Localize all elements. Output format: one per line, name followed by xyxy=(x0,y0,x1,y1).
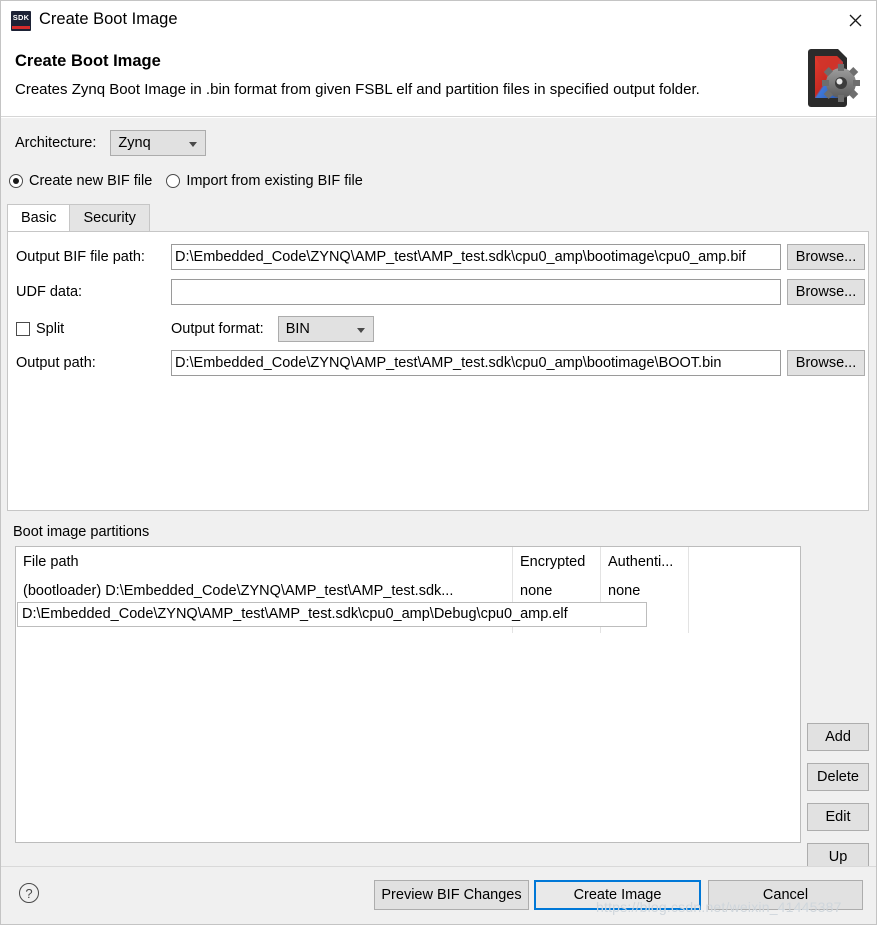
output-format-select[interactable]: BIN xyxy=(277,316,374,342)
tab-security[interactable]: Security xyxy=(69,204,150,231)
output-path-label: Output path: xyxy=(16,355,96,371)
create-boot-image-dialog: SDK Create Boot Image Create Boot Image … xyxy=(0,0,877,925)
radio-import-existing-bif-label: Import from existing BIF file xyxy=(186,173,363,189)
basic-tab-panel: Output BIF file path: D:\Embedded_Code\Z… xyxy=(7,231,869,511)
bif-mode-radio-group: Create new BIF file Import from existing… xyxy=(9,173,377,189)
partition-row-edit-input[interactable]: D:\Embedded_Code\ZYNQ\AMP_test\AMP_test.… xyxy=(17,602,647,627)
architecture-label: Architecture: xyxy=(15,135,97,151)
udf-data-browse-button[interactable]: Browse... xyxy=(787,279,865,305)
output-format-value: BIN xyxy=(285,321,310,337)
partitions-table: File path Encrypted Authenti... (bootloa… xyxy=(15,546,801,843)
output-format-label: Output format: xyxy=(171,321,264,337)
add-button[interactable]: Add xyxy=(807,723,869,751)
chevron-down-icon xyxy=(356,328,365,333)
dialog-body: Architecture: Zynq Create new BIF file I… xyxy=(1,118,876,911)
dialog-footer: ? Preview BIF Changes Create Image Cance… xyxy=(1,866,876,924)
architecture-row: Architecture: Zynq xyxy=(15,130,207,156)
cell-authentication: none xyxy=(601,577,689,605)
udf-data-row: UDF data: Browse... xyxy=(16,279,865,305)
partitions-table-header: File path Encrypted Authenti... xyxy=(16,547,800,577)
output-path-browse-button[interactable]: Browse... xyxy=(787,350,865,376)
page-description: Creates Zynq Boot Image in .bin format f… xyxy=(15,81,700,98)
radio-create-new-bif[interactable]: Create new BIF file xyxy=(9,173,152,189)
boot-image-partitions-label: Boot image partitions xyxy=(13,524,150,540)
output-path-input[interactable]: D:\Embedded_Code\ZYNQ\AMP_test\AMP_test.… xyxy=(171,350,781,376)
column-header-encrypted[interactable]: Encrypted xyxy=(513,547,601,577)
preview-bif-changes-button[interactable]: Preview BIF Changes xyxy=(374,880,529,910)
split-checkbox-indicator xyxy=(16,322,30,336)
split-and-format-row: Split Output format: BIN xyxy=(16,316,374,342)
bif-path-label: Output BIF file path: xyxy=(16,249,145,265)
tab-basic-label: Basic xyxy=(21,210,57,226)
table-row[interactable]: (bootloader) D:\Embedded_Code\ZYNQ\AMP_t… xyxy=(16,577,800,605)
cell-encrypted: none xyxy=(513,577,601,605)
bif-path-row: Output BIF file path: D:\Embedded_Code\Z… xyxy=(16,244,865,270)
split-checkbox[interactable]: Split xyxy=(16,321,171,337)
window-title: Create Boot Image xyxy=(39,10,178,28)
udf-data-input[interactable] xyxy=(171,279,781,305)
chevron-down-icon xyxy=(189,142,198,147)
dialog-header: Create Boot Image Creates Zynq Boot Imag… xyxy=(1,41,876,117)
radio-import-existing-bif-indicator xyxy=(166,174,181,188)
architecture-select[interactable]: Zynq xyxy=(110,130,207,156)
help-glyph: ? xyxy=(25,885,33,901)
column-header-file-path[interactable]: File path xyxy=(16,547,513,577)
sdk-icon: SDK xyxy=(11,11,31,31)
bif-path-browse-button[interactable]: Browse... xyxy=(787,244,865,270)
tab-security-label: Security xyxy=(83,210,136,226)
split-label: Split xyxy=(36,321,65,337)
create-image-button[interactable]: Create Image xyxy=(534,880,701,910)
boot-image-sd-card-gear-icon xyxy=(797,43,863,109)
page-title: Create Boot Image xyxy=(15,52,161,70)
tab-basic[interactable]: Basic xyxy=(7,204,71,231)
cancel-button[interactable]: Cancel xyxy=(708,880,863,910)
help-question-icon[interactable]: ? xyxy=(19,883,39,903)
edit-button[interactable]: Edit xyxy=(807,803,869,831)
radio-create-new-bif-indicator xyxy=(9,174,23,188)
cell-file-path: (bootloader) D:\Embedded_Code\ZYNQ\AMP_t… xyxy=(16,577,513,605)
tab-bar: Basic Security xyxy=(7,204,150,231)
title-bar: SDK Create Boot Image xyxy=(1,1,876,41)
udf-data-label: UDF data: xyxy=(16,284,83,300)
delete-button[interactable]: Delete xyxy=(807,763,869,791)
output-path-row: Output path: D:\Embedded_Code\ZYNQ\AMP_t… xyxy=(16,350,865,376)
radio-create-new-bif-label: Create new BIF file xyxy=(29,173,153,189)
bif-path-input[interactable]: D:\Embedded_Code\ZYNQ\AMP_test\AMP_test.… xyxy=(171,244,781,270)
close-icon[interactable] xyxy=(832,1,876,40)
column-header-empty xyxy=(689,547,799,577)
radio-import-existing-bif[interactable]: Import from existing BIF file xyxy=(166,173,363,189)
column-header-authentication[interactable]: Authenti... xyxy=(601,547,689,577)
architecture-value: Zynq xyxy=(118,135,151,151)
